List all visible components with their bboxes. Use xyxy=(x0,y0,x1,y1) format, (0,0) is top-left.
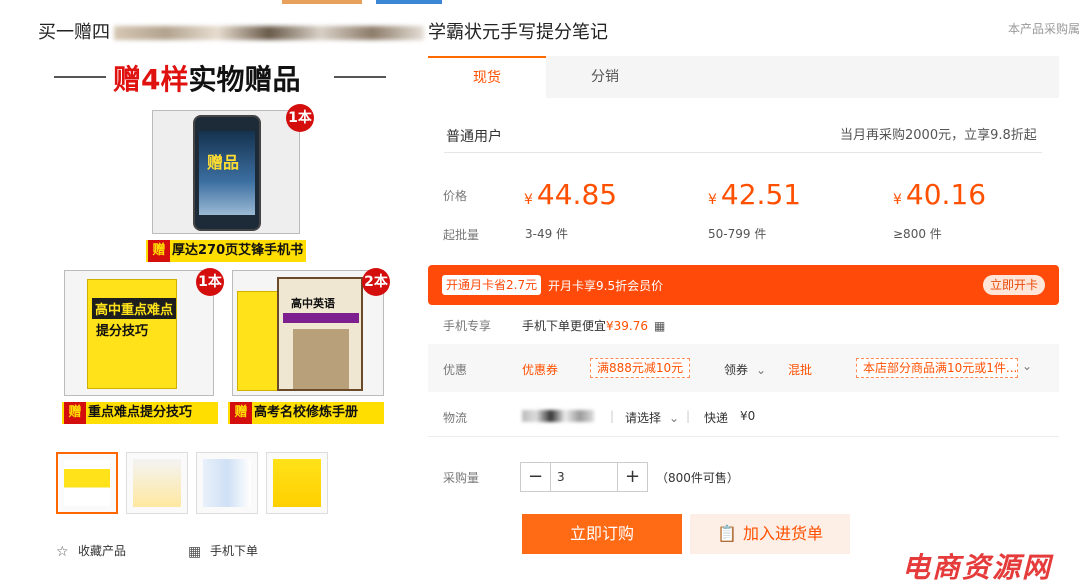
min-batch-label: 起批量 xyxy=(443,228,480,242)
main-product-image[interactable]: 赠4样实物赠品 赠品 1本 赠厚达270页艾锋手机书 高中重点难点 提分技巧 1本… xyxy=(50,52,390,432)
promo-headline: 赠4样实物赠品 xyxy=(50,58,390,96)
discount-note: 当月再采购2000元，立享9.8折起 xyxy=(840,128,1037,143)
region-select[interactable]: 请选择 ⌄ xyxy=(625,409,679,426)
clipboard-icon: 📋 xyxy=(717,524,737,543)
range-tier-3: ≥800 件 xyxy=(893,227,942,241)
mobile-text: 手机下单更便宜¥39.76 ▦ xyxy=(522,319,666,333)
count-badge: 1本 xyxy=(196,268,224,296)
price-tier-1: ¥44.85 xyxy=(524,178,618,211)
promotions-label: 优惠 xyxy=(443,363,468,377)
price-label: 价格 xyxy=(443,189,468,203)
gift-book-english: 高中英语 xyxy=(232,270,384,396)
procurement-note: 本产品采购属 xyxy=(1007,22,1080,36)
title-blurred-text xyxy=(114,26,424,40)
thumbnail-3[interactable] xyxy=(196,452,258,514)
quantity-stepper: − 3 + xyxy=(520,462,648,492)
divider xyxy=(428,436,1059,437)
thumbnail-1[interactable] xyxy=(56,452,118,514)
product-title: 买一赠四 学霸状元手写提分笔记 xyxy=(38,18,608,44)
tab-fenxiao[interactable]: 分销 xyxy=(546,56,664,98)
buy-now-button[interactable]: 立即订购 xyxy=(522,514,682,554)
mobile-label: 手机专享 xyxy=(443,319,492,333)
blurred-address xyxy=(522,410,594,422)
quantity-label: 采购量 xyxy=(443,471,480,485)
coupon-chip[interactable]: 满888元减10元 xyxy=(590,358,691,378)
range-tier-1: 3-49 件 xyxy=(525,227,569,241)
vip-savings-chip: 开通月卡省2.7元 xyxy=(442,275,542,295)
logistics-label: 物流 xyxy=(443,411,468,425)
chevron-down-icon[interactable]: ⌄ xyxy=(1022,359,1032,373)
range-tier-2: 50-799 件 xyxy=(708,227,767,241)
phone-icon: 赠品 xyxy=(193,115,261,231)
title-suffix: 学霸状元手写提分笔记 xyxy=(428,22,608,43)
gift-phone-book: 赠品 xyxy=(152,110,300,234)
gift-book-tips: 高中重点难点 提分技巧 xyxy=(64,270,214,396)
top-strip-blue xyxy=(376,0,442,4)
stock-available: （800件可售） xyxy=(656,471,739,485)
divider-line xyxy=(334,76,386,78)
vip-text: 开月卡享9.5折会员价 xyxy=(548,279,664,293)
mobile-order[interactable]: ▦ 手机下单 xyxy=(188,542,258,559)
site-watermark: 电商资源网 xyxy=(902,551,1053,584)
tab-xianhuo[interactable]: 现货 xyxy=(428,56,546,98)
quantity-plus-button[interactable]: + xyxy=(617,463,647,491)
shipping-method: 快递 xyxy=(704,411,729,425)
chevron-down-icon: ⌄ xyxy=(669,411,680,425)
gift-ribbon: 赠重点难点提分技巧 xyxy=(62,402,218,424)
divider-line xyxy=(54,76,106,78)
star-icon: ☆ xyxy=(56,543,69,560)
favorite-product[interactable]: ☆ 收藏产品 xyxy=(56,542,126,559)
add-to-cart-button[interactable]: 📋 加入进货单 xyxy=(690,514,850,554)
divider-bar: | xyxy=(610,409,615,423)
price-tier-2: ¥42.51 xyxy=(708,178,802,211)
coupon-label: 优惠券 xyxy=(522,363,559,377)
quantity-input[interactable]: 3 xyxy=(551,463,617,491)
divider xyxy=(444,152,1042,153)
get-coupon-button[interactable]: 领券 ⌄ xyxy=(724,361,766,378)
mixed-batch-chip[interactable]: 本店部分商品满10元或1件... xyxy=(856,358,1018,378)
shipping-fee: ¥0 xyxy=(740,409,756,423)
quantity-minus-button[interactable]: − xyxy=(521,463,551,491)
open-card-button[interactable]: 立即开卡 xyxy=(983,275,1045,295)
qrcode-icon: ▦ xyxy=(188,543,202,560)
mixed-batch-label: 混批 xyxy=(788,363,813,377)
qrcode-icon[interactable]: ▦ xyxy=(654,319,665,333)
divider-bar: | xyxy=(686,409,691,423)
thumbnail-2[interactable] xyxy=(126,452,188,514)
gift-ribbon: 赠厚达270页艾锋手机书 xyxy=(146,240,306,262)
user-type: 普通用户 xyxy=(446,129,502,145)
vip-card-bar: 开通月卡省2.7元 开月卡享9.5折会员价 立即开卡 xyxy=(428,265,1059,305)
top-strip-orange xyxy=(282,0,362,4)
count-badge: 2本 xyxy=(362,268,390,296)
gift-ribbon: 赠高考名校修炼手册 xyxy=(228,402,384,424)
thumbnail-4[interactable] xyxy=(266,452,328,514)
title-prefix: 买一赠四 xyxy=(38,22,110,43)
purchase-tabs: 现货 分销 xyxy=(428,56,1059,98)
count-badge: 1本 xyxy=(286,104,314,132)
price-tier-3: ¥40.16 xyxy=(893,178,987,211)
chevron-down-icon: ⌄ xyxy=(756,363,767,377)
